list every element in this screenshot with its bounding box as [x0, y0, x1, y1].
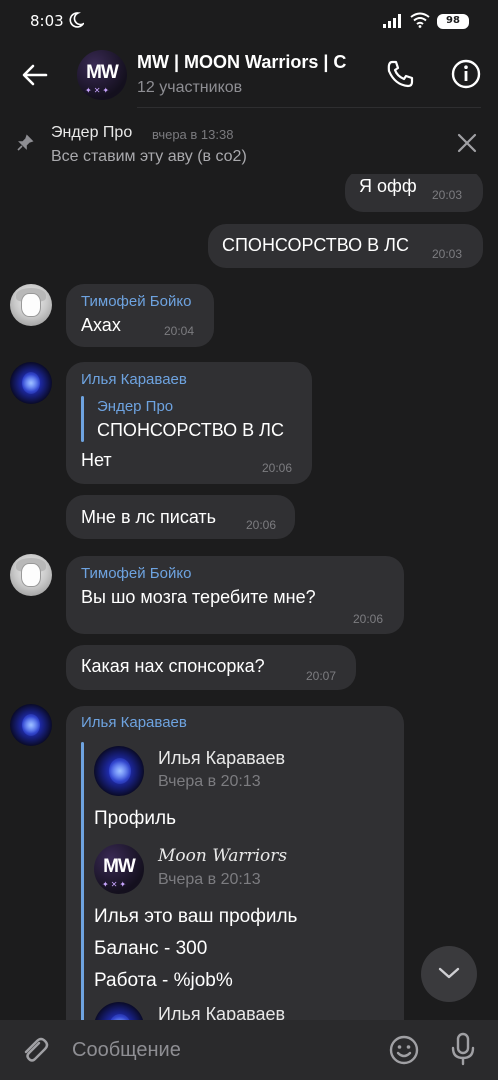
chat-title[interactable]: MW | MOON Warriors | C — [137, 52, 367, 73]
forwarded-avatar[interactable]: MW ✦✕✦ — [94, 844, 144, 894]
pinned-text: Все ставим эту аву (в со2) — [51, 148, 247, 165]
pinned-message[interactable]: Эндер Про вчера в 13:38 Все ставим эту а… — [0, 110, 498, 174]
message-text: Какая нах спонсорка? — [81, 656, 265, 676]
forwarded-avatar[interactable] — [94, 1002, 144, 1020]
message-text: Ахах — [81, 315, 121, 335]
info-icon[interactable] — [450, 58, 482, 90]
forwarded-text: Баланс - 300 — [94, 938, 208, 959]
chat-member-count: 12 участников — [137, 79, 243, 96]
forwarded-author[interactable]: Илья Караваев — [158, 748, 285, 769]
avatar[interactable] — [10, 362, 52, 404]
emoji-icon[interactable] — [388, 1034, 420, 1066]
message-time: 20:03 — [432, 247, 463, 261]
message-author[interactable]: Тимофей Бойко — [81, 293, 191, 310]
message-text: Вы шо мозга теребите мне? — [81, 587, 316, 607]
avatar[interactable] — [10, 554, 52, 596]
paperclip-icon[interactable] — [18, 1034, 50, 1066]
scroll-down-button[interactable] — [421, 946, 477, 1002]
outgoing-message[interactable]: Я офф 20:03 — [345, 174, 483, 212]
message-list[interactable]: Я офф 20:03 СПОНСОРСТВО В ЛС 20:03 Тимоф… — [0, 174, 498, 1020]
message-input[interactable] — [72, 1036, 372, 1064]
avatar[interactable] — [10, 284, 52, 326]
message-time: 20:07 — [306, 669, 337, 683]
message-author[interactable]: Илья Караваев — [81, 371, 187, 388]
close-icon[interactable] — [456, 132, 478, 154]
avatar-decoration: ✦✕✦ — [85, 86, 112, 95]
avatar-logo-text: MW — [86, 62, 119, 83]
forwarded-text: Работа - %job% — [94, 970, 233, 991]
message-text: Мне в лс писать — [81, 507, 217, 527]
message-text: Я офф — [359, 176, 417, 196]
reply-indicator — [81, 396, 84, 442]
forwarded-avatar[interactable] — [94, 746, 144, 796]
message-text: Нет — [81, 450, 112, 470]
forwarded-time: Вчера в 20:13 — [158, 871, 261, 888]
chevron-down-icon — [438, 967, 460, 979]
status-time: 8:03 — [30, 12, 64, 30]
moon-icon — [69, 12, 84, 28]
message-time: 20:06 — [353, 612, 384, 626]
status-bar: 8:03 98 — [0, 0, 498, 44]
avatar-logo-text: MW — [103, 856, 136, 877]
message-time: 20:06 — [246, 518, 277, 532]
avatar-decoration: ✦✕✦ — [102, 880, 129, 889]
message-time: 20:03 — [432, 188, 463, 202]
incoming-message[interactable]: Тимофей Бойко Ахах 20:04 — [66, 284, 214, 347]
forward-indicator — [81, 742, 84, 1020]
message-author[interactable]: Илья Караваев — [81, 714, 187, 731]
incoming-message[interactable]: Мне в лс писать 20:06 — [66, 495, 295, 539]
incoming-message[interactable]: Какая нах спонсорка? 20:07 — [66, 645, 356, 690]
forwarded-text: Профиль — [94, 808, 177, 829]
reply-text: СПОНСОРСТВО В ЛС — [97, 420, 284, 440]
header-divider — [137, 107, 481, 108]
forwarded-author[interactable]: Илья Караваев — [158, 1004, 285, 1020]
forwarded-message[interactable]: Илья Караваев Илья Караваев Вчера в 20:1… — [66, 706, 404, 1020]
message-author[interactable]: Тимофей Бойко — [81, 565, 191, 582]
message-composer — [0, 1020, 498, 1080]
outgoing-message[interactable]: СПОНСОРСТВО В ЛС 20:03 — [208, 224, 483, 268]
incoming-message[interactable]: Тимофей Бойко Вы шо мозга теребите мне? … — [66, 556, 404, 634]
back-arrow-icon[interactable] — [20, 60, 50, 90]
forwarded-time: Вчера в 20:13 — [158, 773, 261, 790]
message-text: СПОНСОРСТВО В ЛС — [222, 235, 409, 255]
chat-header: MW ✦✕✦ MW | MOON Warriors | C 12 участни… — [0, 44, 498, 108]
pin-icon — [17, 134, 34, 151]
chat-avatar[interactable]: MW ✦✕✦ — [77, 50, 127, 100]
forwarded-text: Илья это ваш профиль — [94, 906, 298, 927]
avatar[interactable] — [10, 704, 52, 746]
message-time: 20:04 — [164, 324, 195, 338]
pinned-author: Эндер Про — [51, 124, 133, 141]
battery-indicator: 98 — [437, 14, 469, 29]
message-time: 20:06 — [262, 461, 293, 475]
signal-icon — [383, 14, 401, 28]
wifi-icon — [410, 12, 430, 28]
incoming-message[interactable]: Илья Караваев Эндер Про СПОНСОРСТВО В ЛС… — [66, 362, 312, 484]
reply-author[interactable]: Эндер Про — [97, 398, 173, 415]
forwarded-author[interactable]: Moon Warriors — [158, 846, 287, 866]
microphone-icon[interactable] — [448, 1032, 478, 1066]
pinned-time: вчера в 13:38 — [152, 127, 234, 142]
phone-icon[interactable] — [385, 59, 415, 89]
